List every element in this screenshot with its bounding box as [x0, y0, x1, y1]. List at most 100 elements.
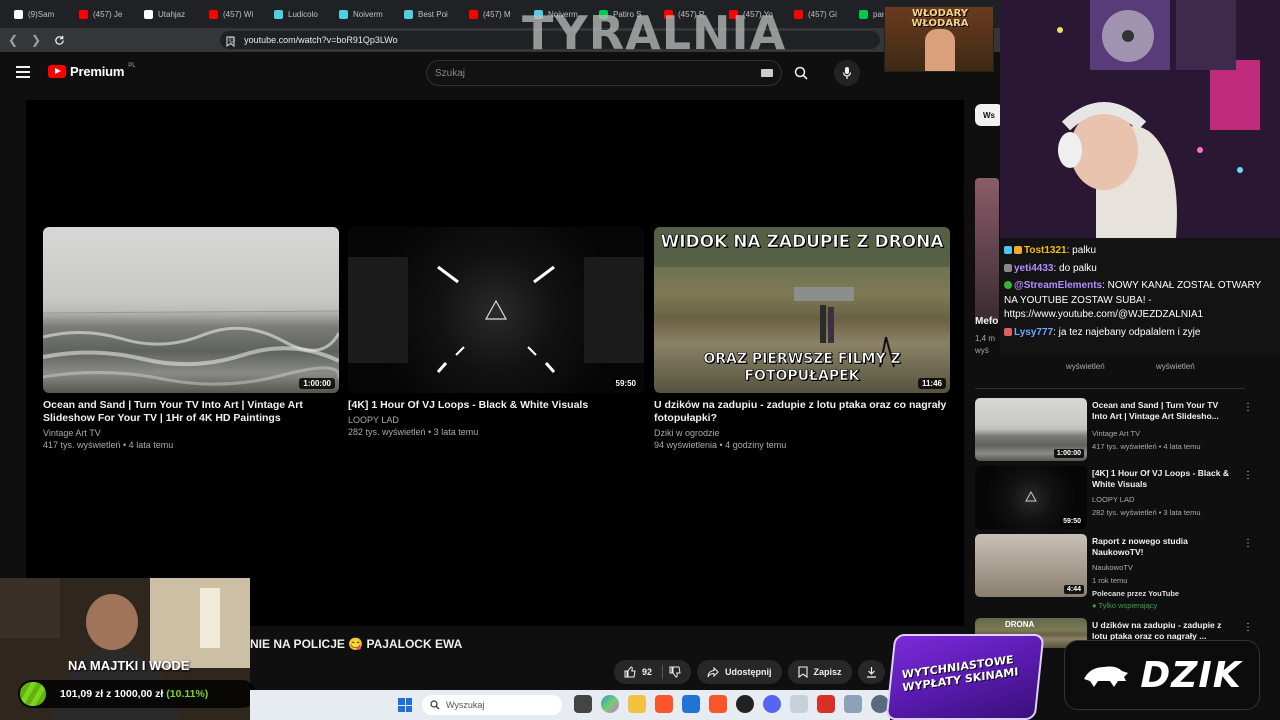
wlodary-badge: WŁODARY WŁODARA [884, 6, 994, 72]
chip-all[interactable]: Ws [975, 104, 1003, 126]
tab-favicon-icon [859, 9, 868, 19]
browser-tab[interactable]: (457) Wi [201, 3, 264, 25]
partial-video-meta-2: wyś [975, 346, 989, 355]
more-options-icon[interactable]: ⋮ [1243, 622, 1253, 633]
search-input[interactable] [435, 67, 735, 79]
endscreen-video-card[interactable]: 59:50 [4K] 1 Hour Of VJ Loops - Black & … [348, 227, 644, 437]
chat-username[interactable]: yeti4433 [1014, 263, 1053, 274]
channel-name[interactable]: Dziki w ogrodzie [654, 428, 950, 438]
browser-tab[interactable]: Best Poi [396, 3, 459, 25]
forward-icon[interactable]: ❯ [26, 30, 46, 50]
related-channel[interactable]: LOOPY LAD [1092, 495, 1134, 504]
tab-title: Utahjaz [158, 9, 186, 19]
menu-icon[interactable] [16, 66, 30, 78]
obs-icon[interactable] [736, 695, 754, 713]
app-icon[interactable] [790, 695, 808, 713]
video-thumbnail[interactable]: 1:00:00 [43, 227, 339, 393]
related-video-item[interactable]: 1:00:00 Ocean and Sand | Turn Your TV In… [975, 398, 1253, 462]
like-button[interactable]: 92 [614, 660, 692, 684]
video-thumbnail[interactable]: 59:50 [348, 227, 644, 393]
share-button[interactable]: Udostępnij [697, 660, 782, 684]
wlodary-figure [925, 29, 955, 71]
browser-tab-strip: (9)Sam (457) Je Utahjaz (457) Wi Ludicolo Noi… [0, 0, 1000, 28]
video-thumbnail[interactable]: WIDOK NA ZADUPIE Z DRONA ORAZ PIERWSZE F… [654, 227, 950, 393]
back-icon[interactable]: ❮ [3, 30, 23, 50]
bookmark-icon[interactable] [226, 34, 235, 52]
endscreen-video-card[interactable]: WIDOK NA ZADUPIE Z DRONA ORAZ PIERWSZE F… [654, 227, 950, 450]
copilot-icon[interactable] [601, 695, 619, 713]
partial-thumbnail[interactable] [975, 178, 999, 322]
tab-favicon-icon [339, 9, 348, 19]
related-channel[interactable]: Vintage Art TV [1092, 429, 1140, 438]
promo-banner: WYTCHNIASTOWE WYPŁATY SKINAMI [885, 634, 1045, 720]
video-duration: 4:44 [1063, 585, 1084, 594]
related-thumbnail[interactable]: 59:50 [975, 466, 1087, 529]
file-explorer-icon[interactable] [628, 695, 646, 713]
endscreen-video-card[interactable]: 1:00:00 Ocean and Sand | Turn Your TV In… [43, 227, 339, 450]
taskbar-search-placeholder: Wyszukaj [446, 700, 485, 710]
related-thumbnail[interactable]: 4:44 [975, 534, 1087, 597]
tab-title: (457) M [483, 9, 511, 19]
more-options-icon[interactable]: ⋮ [1243, 538, 1253, 549]
video-meta: 282 tys. wyświetleń • 3 lata temu [348, 427, 479, 437]
video-player[interactable]: 1:00:00 Ocean and Sand | Turn Your TV In… [26, 100, 964, 626]
related-title[interactable]: [4K] 1 Hour Of VJ Loops - Black & White … [1092, 468, 1232, 490]
channel-name[interactable]: Vintage Art TV [43, 428, 339, 438]
search-button[interactable] [786, 60, 816, 86]
related-title[interactable]: Raport z nowego studia NaukowoTV! [1092, 536, 1232, 558]
browser-tab[interactable]: (9)Sam [6, 3, 69, 25]
related-channel[interactable]: NaukowoTV [1092, 563, 1133, 572]
notepad-icon[interactable] [844, 695, 862, 713]
video-title[interactable]: U dzików na zadupiu - zadupie z lotu pta… [654, 399, 950, 425]
vivaldi-icon[interactable] [817, 695, 835, 713]
save-label: Zapisz [813, 667, 842, 677]
thumbnail-caption-top: WIDOK NA ZADUPIE Z DRONA [660, 232, 944, 253]
related-title[interactable]: Ocean and Sand | Turn Your TV Into Art |… [1092, 400, 1232, 422]
brave-icon[interactable] [655, 695, 673, 713]
thumbs-down-icon[interactable] [669, 666, 681, 678]
webcam-scene [1000, 0, 1280, 238]
channel-name[interactable]: LOOPY LAD [348, 415, 644, 425]
keyboard-icon[interactable] [761, 69, 773, 77]
browser-tab[interactable]: (457) Je [71, 3, 134, 25]
video-title[interactable]: [4K] 1 Hour Of VJ Loops - Black & White … [348, 399, 644, 412]
browser-tab[interactable]: Ludicolo [266, 3, 329, 25]
browser-tab[interactable]: Noiverm [331, 3, 394, 25]
related-thumbnail[interactable]: 1:00:00 [975, 398, 1087, 461]
youtube-play-icon [48, 65, 66, 78]
bookmark-save-icon [797, 666, 808, 678]
store-icon[interactable] [682, 695, 700, 713]
video-title[interactable]: Ocean and Sand | Turn Your TV Into Art |… [43, 399, 339, 425]
browser-tab[interactable]: Utahjaz [136, 3, 199, 25]
download-button[interactable] [857, 660, 885, 684]
filter-chips: Ws [975, 104, 1003, 126]
youtube-header: Premium PL [0, 52, 1000, 96]
youtube-logo[interactable]: Premium PL [48, 63, 136, 79]
search-box[interactable] [426, 60, 782, 86]
discord-icon[interactable] [763, 695, 781, 713]
streamer-webcam [1000, 0, 1280, 238]
related-video-item[interactable]: 4:44 Raport z nowego studia NaukowoTV! N… [975, 534, 1253, 612]
chat-username[interactable]: Tost1321 [1024, 245, 1067, 256]
browser-tab[interactable]: (457) Gi [786, 3, 849, 25]
more-options-icon[interactable]: ⋮ [1243, 470, 1253, 481]
reload-icon[interactable] [49, 30, 69, 50]
windows-start-icon[interactable] [398, 698, 412, 712]
task-view-icon[interactable] [574, 695, 592, 713]
chat-username[interactable]: Lysy777 [1014, 327, 1053, 338]
related-video-item[interactable]: 59:50 [4K] 1 Hour Of VJ Loops - Black & … [975, 466, 1253, 530]
chat-username[interactable]: @StreamElements [1014, 280, 1102, 291]
stream-alert-text: NIE NA POLICJE 😋 PAJALOCK EWA [250, 637, 463, 651]
voice-search-button[interactable] [834, 60, 860, 86]
browser-tab[interactable]: (457) M [461, 3, 524, 25]
brave-icon[interactable] [709, 695, 727, 713]
taskbar-search[interactable]: Wyszukaj [422, 695, 562, 715]
save-button[interactable]: Zapisz [787, 660, 852, 684]
url-text: youtube.com/watch?v=boR91Qp3LWo [244, 35, 398, 45]
tab-title: Best Poi [418, 9, 448, 19]
related-title[interactable]: U dzików na zadupiu - zadupie z lotu pta… [1092, 620, 1232, 642]
members-badge-label: Tylko wspierający [1098, 601, 1158, 610]
partial-video-title[interactable]: Mefo [975, 316, 998, 327]
related-meta: 282 tys. wyświetleń • 3 lata temu [1092, 508, 1201, 517]
more-options-icon[interactable]: ⋮ [1243, 402, 1253, 413]
